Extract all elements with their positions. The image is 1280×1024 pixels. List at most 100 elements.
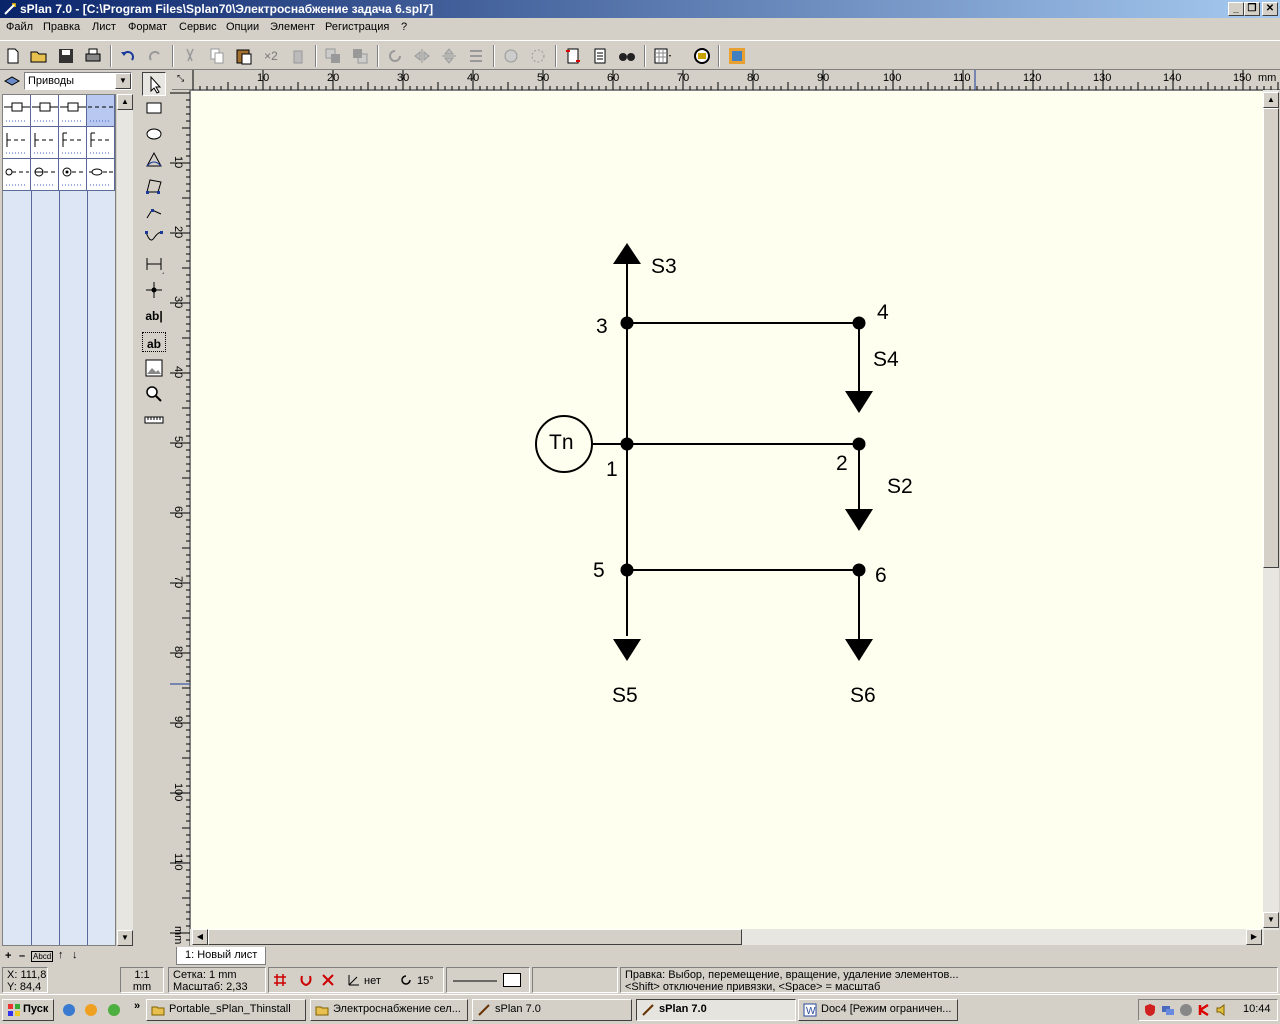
- add-icon[interactable]: +: [5, 950, 11, 962]
- rotate-step-icon[interactable]: [399, 973, 413, 987]
- mirror-vertical-icon[interactable]: [439, 46, 459, 66]
- start-button[interactable]: Пуск: [2, 999, 54, 1021]
- snap-icon[interactable]: [563, 46, 583, 66]
- open-folder-icon[interactable]: [29, 46, 49, 66]
- move-down-icon[interactable]: ↓: [72, 949, 78, 961]
- menu-help[interactable]: ?: [401, 21, 407, 33]
- select-arrow-icon[interactable]: [142, 72, 166, 96]
- zoom-tool-icon[interactable]: [142, 382, 166, 406]
- rectangle-icon[interactable]: [142, 96, 166, 120]
- new-file-icon[interactable]: [3, 46, 23, 66]
- menu-element[interactable]: Элемент: [270, 21, 315, 33]
- align-icon[interactable]: [466, 46, 486, 66]
- vertical-scrollbar[interactable]: ▲ ▼: [1263, 90, 1279, 930]
- save-icon[interactable]: [56, 46, 76, 66]
- measure-icon[interactable]: [142, 408, 166, 432]
- library-scrollbar[interactable]: ▲ ▼: [117, 94, 133, 946]
- find-icon[interactable]: [617, 46, 637, 66]
- scroll-left-icon[interactable]: ◀: [192, 929, 208, 945]
- line-style-panel[interactable]: [446, 967, 530, 993]
- library-item[interactable]: [3, 95, 31, 127]
- menu-edit[interactable]: Правка: [43, 21, 80, 33]
- library-item[interactable]: [3, 159, 31, 191]
- menu-registration[interactable]: Регистрация: [325, 21, 389, 33]
- library-item[interactable]: [31, 159, 59, 191]
- polyline-icon[interactable]: [142, 200, 166, 224]
- to-back-icon[interactable]: [350, 46, 370, 66]
- minimize-button[interactable]: _: [1228, 2, 1244, 16]
- undo-icon[interactable]: [118, 46, 138, 66]
- horizontal-scrollbar[interactable]: ◀ ▶: [190, 929, 1264, 945]
- menu-format[interactable]: Формат: [128, 21, 167, 33]
- task-electro-folder[interactable]: Электроснабжение сел...: [310, 999, 468, 1021]
- quicklaunch-more-icon[interactable]: »: [134, 1000, 140, 1012]
- text-icon[interactable]: ab|: [142, 304, 166, 328]
- group-icon[interactable]: [501, 46, 521, 66]
- library-item-selected[interactable]: [87, 95, 115, 127]
- junction-icon[interactable]: [142, 278, 166, 302]
- close-button[interactable]: ✕: [1262, 2, 1278, 16]
- dimension-icon[interactable]: [142, 252, 166, 276]
- library-select[interactable]: Приводы ▼: [24, 72, 132, 90]
- task-splan-1[interactable]: sPlan 7.0: [472, 999, 632, 1021]
- textbox-icon[interactable]: ab: [142, 332, 166, 352]
- grid-snap-icon[interactable]: [273, 973, 287, 987]
- kaspersky-icon[interactable]: [1197, 1003, 1211, 1017]
- scroll-down-icon[interactable]: ▼: [1263, 912, 1279, 928]
- task-doc4[interactable]: W Doc4 [Режим ограничен...: [798, 999, 958, 1021]
- curve-icon[interactable]: [142, 226, 166, 250]
- paste-icon[interactable]: [234, 46, 254, 66]
- network-icon[interactable]: [1161, 1003, 1175, 1017]
- duplicate-icon[interactable]: ×2: [261, 46, 281, 66]
- restore-button[interactable]: ❐: [1244, 2, 1260, 16]
- library-icon[interactable]: [727, 46, 747, 66]
- to-front-icon[interactable]: [323, 46, 343, 66]
- page-properties-icon[interactable]: [590, 46, 610, 66]
- zoom-icon[interactable]: [692, 46, 712, 66]
- redo-icon[interactable]: [145, 46, 165, 66]
- library-layers-icon[interactable]: [3, 72, 21, 90]
- image-icon[interactable]: [142, 356, 166, 380]
- volume-icon[interactable]: [1215, 1003, 1229, 1017]
- ie-icon[interactable]: [62, 1003, 76, 1017]
- avast-icon[interactable]: [84, 1003, 98, 1017]
- library-item[interactable]: [59, 159, 87, 191]
- menu-file[interactable]: Файл: [6, 21, 33, 33]
- task-portable-splan[interactable]: Portable_sPlan_Thinstall: [146, 999, 306, 1021]
- library-item[interactable]: [31, 95, 59, 127]
- magnet-icon[interactable]: [299, 973, 313, 987]
- scroll-thumb[interactable]: [208, 929, 742, 945]
- menu-options[interactable]: Опции: [226, 21, 259, 33]
- polygon-icon[interactable]: [142, 174, 166, 198]
- move-up-icon[interactable]: ↑: [58, 949, 64, 961]
- tab-sheet-1[interactable]: 1: Новый лист: [176, 947, 267, 965]
- bezier-icon[interactable]: [142, 148, 166, 172]
- angle-icon[interactable]: [347, 973, 361, 987]
- line-width-icon[interactable]: [453, 980, 497, 982]
- rename-icon[interactable]: Abcd: [31, 951, 54, 962]
- scroll-up-icon[interactable]: ▲: [1263, 92, 1279, 108]
- cut-icon[interactable]: [180, 46, 200, 66]
- grid-panel[interactable]: Сетка: 1 mm Масштаб: 2,33: [168, 967, 266, 993]
- scroll-up-icon[interactable]: ▲: [117, 94, 133, 110]
- menu-service[interactable]: Сервис: [179, 21, 217, 33]
- scroll-thumb[interactable]: [1263, 108, 1279, 568]
- drawing-canvas[interactable]: Tn 1 2 3 4 5 6 S2 S3 S4 S5 S6: [190, 90, 1264, 930]
- remove-icon[interactable]: –: [19, 950, 25, 962]
- menu-sheet[interactable]: Лист: [92, 21, 116, 33]
- copy-icon[interactable]: [207, 46, 227, 66]
- mirror-horizontal-icon[interactable]: [412, 46, 432, 66]
- print-icon[interactable]: [83, 46, 103, 66]
- scroll-down-icon[interactable]: ▼: [117, 930, 133, 946]
- antivirus-icon[interactable]: [1179, 1003, 1193, 1017]
- library-item[interactable]: [59, 95, 87, 127]
- library-item[interactable]: [3, 127, 31, 159]
- library-item[interactable]: [31, 127, 59, 159]
- delete-icon[interactable]: [288, 46, 308, 66]
- ungroup-icon[interactable]: [528, 46, 548, 66]
- task-splan-2[interactable]: sPlan 7.0: [636, 999, 796, 1021]
- snap-object-icon[interactable]: [321, 973, 335, 987]
- fill-color-icon[interactable]: [503, 973, 521, 987]
- library-item[interactable]: [59, 127, 87, 159]
- scroll-right-icon[interactable]: ▶: [1246, 929, 1262, 945]
